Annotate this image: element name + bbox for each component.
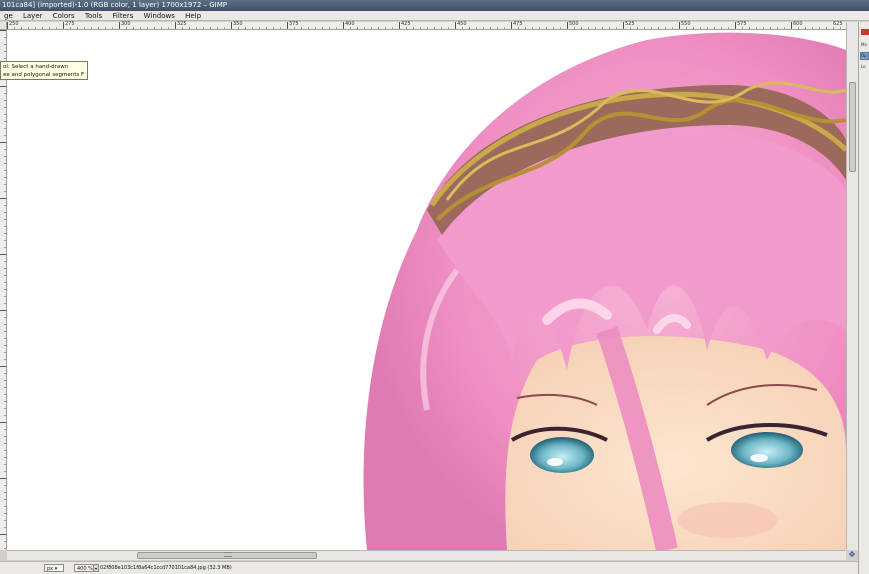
unit-value: px bbox=[47, 566, 54, 572]
panel-label: Lo bbox=[861, 64, 866, 69]
ruler-tick: 375 bbox=[289, 21, 299, 27]
image-canvas[interactable] bbox=[7, 30, 846, 550]
navigate-icon[interactable]: ✥ bbox=[846, 550, 858, 560]
anime-portrait-image bbox=[363, 32, 846, 550]
ruler-tick: 575 bbox=[737, 21, 747, 27]
panel-label: Op bbox=[861, 53, 867, 58]
horizontal-ruler[interactable]: 250 275 300 325 350 375 400 425 450 475 … bbox=[7, 21, 846, 30]
status-bar: px ▾ 400 % ▾ 02f808e103c1f8a64c1ccd77010… bbox=[0, 561, 858, 574]
tool-tooltip: ol: Select a hand-drawn ee and polygonal… bbox=[0, 61, 88, 80]
ruler-tick: 450 bbox=[457, 21, 467, 27]
ruler-tick: 600 bbox=[793, 21, 803, 27]
tooltip-line: ee and polygonal segments F bbox=[3, 72, 85, 78]
unit-select[interactable]: px ▾ bbox=[44, 564, 64, 572]
status-filename: 02f808e103c1f8a64c1ccd770101ca84.jpg (32… bbox=[100, 565, 232, 571]
menu-layer[interactable]: Layer bbox=[19, 11, 47, 21]
window-title: 101ca84] (imported)-1.0 (RGB color, 1 la… bbox=[0, 0, 869, 11]
ruler-tick: 525 bbox=[625, 21, 635, 27]
right-eye-iris bbox=[731, 432, 803, 468]
panel-color-swatch[interactable] bbox=[861, 29, 869, 35]
ruler-corner[interactable] bbox=[0, 22, 7, 30]
ruler-tick: 325 bbox=[177, 21, 187, 27]
menu-filters[interactable]: Filters bbox=[108, 11, 137, 21]
vertical-scroll-thumb[interactable] bbox=[849, 82, 856, 172]
ruler-tick: 275 bbox=[65, 21, 75, 27]
menu-windows[interactable]: Windows bbox=[140, 11, 179, 21]
panel-label: Mo bbox=[861, 42, 867, 47]
left-eye-iris bbox=[530, 437, 594, 473]
ruler-tick: 425 bbox=[401, 21, 411, 27]
ruler-tick: 350 bbox=[233, 21, 243, 27]
ruler-tick: 250 bbox=[9, 21, 19, 27]
scroll-grip-icon bbox=[224, 552, 232, 557]
vertical-ruler[interactable] bbox=[0, 30, 7, 550]
horizontal-scrollbar[interactable] bbox=[7, 550, 846, 560]
ruler-tick: 500 bbox=[569, 21, 579, 27]
zoom-dropdown-button[interactable]: ▾ bbox=[93, 564, 99, 572]
tooltip-line: ol: Select a hand-drawn bbox=[3, 64, 69, 70]
ruler-tick: 625 bbox=[833, 21, 843, 27]
ruler-tick: 475 bbox=[513, 21, 523, 27]
ruler-tick: 400 bbox=[345, 21, 355, 27]
chevron-down-icon: ▾ bbox=[94, 566, 97, 571]
ruler-tick: 300 bbox=[121, 21, 131, 27]
menu-colors[interactable]: Colors bbox=[49, 11, 79, 21]
panel-selected-item[interactable]: Op bbox=[860, 52, 869, 60]
ruler-tick: 550 bbox=[681, 21, 691, 27]
menu-tools[interactable]: Tools bbox=[81, 11, 106, 21]
menu-bar: ge Layer Colors Tools Filters Windows He… bbox=[0, 11, 869, 21]
dock-panel: Mo Op Lo bbox=[858, 22, 869, 574]
chevron-down-icon: ▾ bbox=[54, 566, 58, 572]
vertical-scrollbar[interactable] bbox=[846, 22, 858, 550]
menu-image[interactable]: ge bbox=[0, 11, 17, 21]
menu-help[interactable]: Help bbox=[181, 11, 205, 21]
